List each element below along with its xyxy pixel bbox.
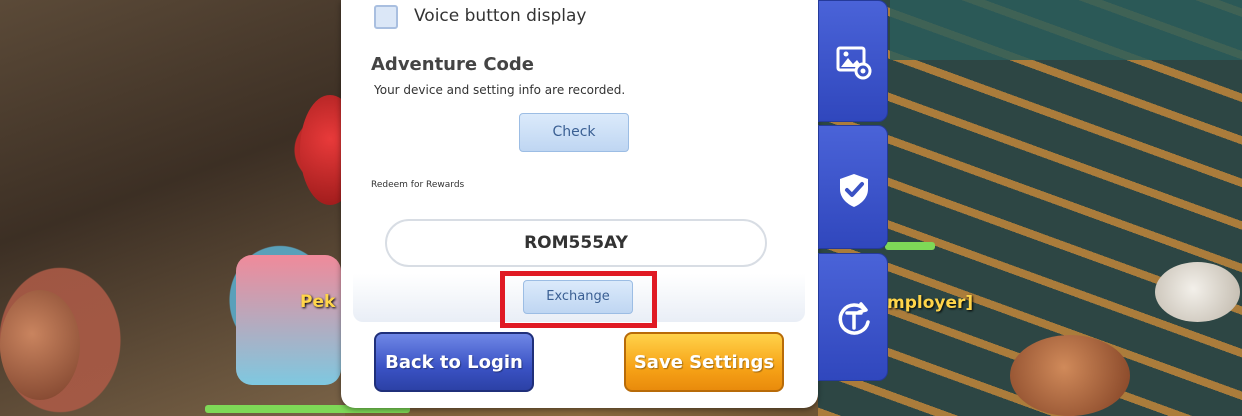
image-settings-icon (836, 46, 872, 80)
adventure-code-title: Adventure Code (371, 54, 535, 75)
white-rat-creature (1155, 262, 1240, 322)
back-to-login-button[interactable]: Back to Login (374, 332, 534, 392)
shield-check-icon (840, 174, 868, 207)
tab-security[interactable] (818, 125, 888, 249)
spiky-creature-left (0, 290, 80, 400)
game-water-area (890, 0, 1242, 60)
npc-health-bar (885, 242, 935, 250)
voice-button-checkbox[interactable] (374, 5, 398, 29)
pet-creature (236, 255, 341, 385)
save-settings-button[interactable]: Save Settings (624, 332, 784, 392)
pet-name-label: Pek (300, 292, 336, 312)
redeem-label: Redeem for Rewards (371, 180, 465, 190)
refresh-t-icon (838, 302, 870, 335)
spiky-creature-right (1010, 335, 1130, 416)
adventure-code-description: Your device and setting info are recorde… (374, 83, 626, 97)
voice-button-label: Voice button display (414, 6, 587, 26)
redeem-code-input[interactable]: ROM555AY (385, 219, 767, 267)
npc-name-label: mployer] (887, 293, 974, 313)
highlight-annotation-box (500, 271, 657, 328)
check-button[interactable]: Check (519, 113, 629, 152)
tab-graphics-settings[interactable] (818, 0, 888, 122)
tab-account[interactable] (818, 253, 888, 381)
